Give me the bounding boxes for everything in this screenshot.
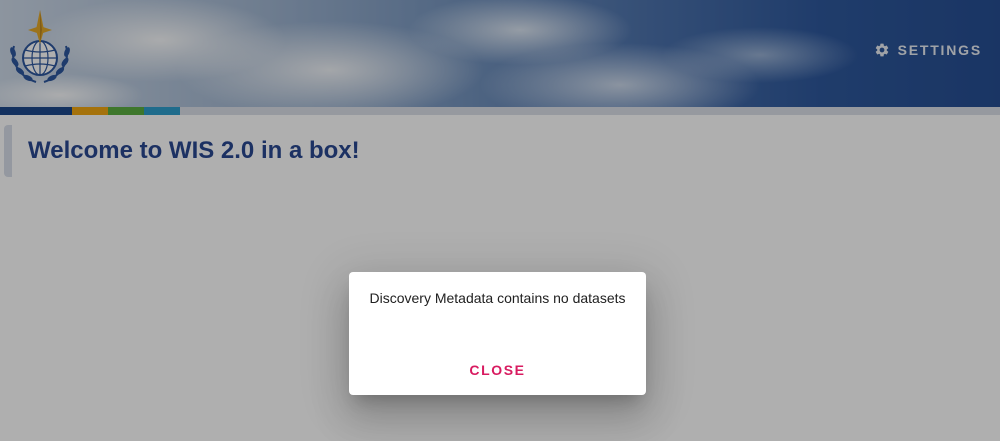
info-dialog: Discovery Metadata contains no datasets …	[349, 272, 646, 395]
dialog-message: Discovery Metadata contains no datasets	[369, 290, 626, 306]
close-button[interactable]: CLOSE	[459, 356, 536, 384]
